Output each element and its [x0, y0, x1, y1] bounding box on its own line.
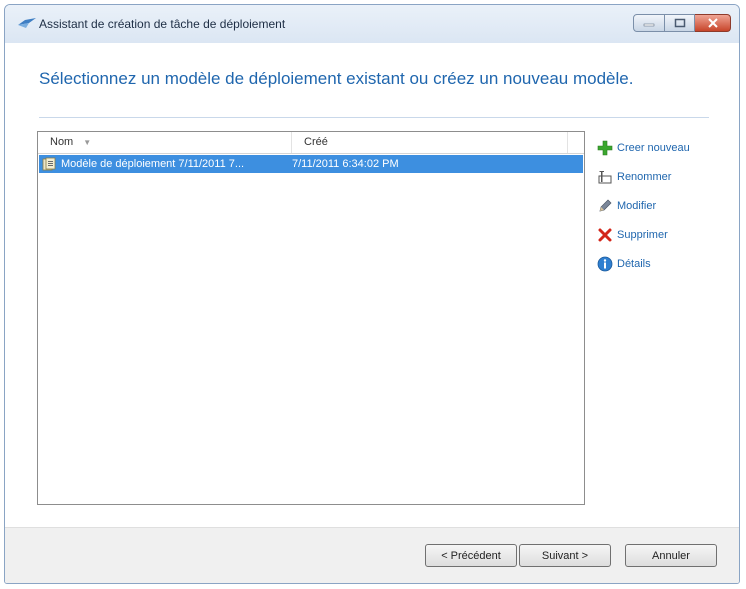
rename-label: Renommer — [617, 171, 672, 183]
minimize-button[interactable] — [633, 14, 665, 32]
template-file-icon — [42, 157, 56, 171]
title-bar[interactable]: Assistant de création de tâche de déploi… — [5, 5, 739, 43]
plus-icon — [597, 140, 613, 156]
column-header-label: Nom — [50, 136, 74, 148]
create-new-label: Creer nouveau — [617, 142, 690, 154]
row-created-cell: 7/11/2011 6:34:02 PM — [292, 158, 399, 170]
window-title: Assistant de création de tâche de déploi… — [39, 17, 286, 31]
next-button[interactable]: Suivant > — [519, 544, 611, 567]
delete-x-icon — [598, 228, 612, 242]
rename-icon — [598, 171, 612, 184]
previous-button[interactable]: < Précédent — [425, 544, 517, 567]
table-row[interactable]: Modèle de déploiement 7/11/2011 7... 7/1… — [39, 155, 583, 173]
info-icon — [597, 256, 613, 272]
minimize-icon — [643, 23, 655, 27]
delete-action[interactable]: Supprimer — [597, 226, 690, 244]
close-button[interactable] — [695, 14, 731, 32]
close-icon — [707, 18, 718, 28]
delete-label: Supprimer — [617, 229, 668, 241]
window-controls — [633, 14, 731, 34]
pencil-icon — [599, 199, 612, 212]
heading-divider — [39, 117, 709, 118]
details-label: Détails — [617, 258, 651, 270]
column-header-nom[interactable]: Nom ▼ — [38, 132, 292, 153]
modify-label: Modifier — [617, 200, 657, 212]
cancel-button[interactable]: Annuler — [625, 544, 717, 567]
rename-action[interactable]: Renommer — [597, 168, 690, 186]
wizard-window: Assistant de création de tâche de déploi… — [4, 4, 740, 584]
column-header-cree[interactable]: Créé — [292, 132, 568, 153]
templates-list[interactable]: Nom ▼ Créé Modèle de déploiement 7/11/201… — [37, 131, 585, 505]
page-heading: Sélectionnez un modèle de déploiement ex… — [39, 69, 634, 88]
maximize-button[interactable] — [665, 14, 695, 32]
maximize-icon — [674, 18, 685, 28]
wizard-footer: < Précédent Suivant > Annuler — [5, 527, 739, 583]
action-panel: Creer nouveau Renommer Modifier Supprime… — [597, 139, 690, 284]
row-name-cell: Modèle de déploiement 7/11/2011 7... — [61, 158, 245, 170]
details-action[interactable]: Détails — [597, 255, 690, 273]
sort-down-icon: ▼ — [83, 138, 92, 147]
column-header-label: Créé — [304, 136, 328, 148]
list-header: Nom ▼ Créé — [38, 132, 584, 154]
modify-action[interactable]: Modifier — [597, 197, 690, 215]
wizard-app-icon — [18, 18, 36, 28]
create-new-action[interactable]: Creer nouveau — [597, 139, 690, 157]
